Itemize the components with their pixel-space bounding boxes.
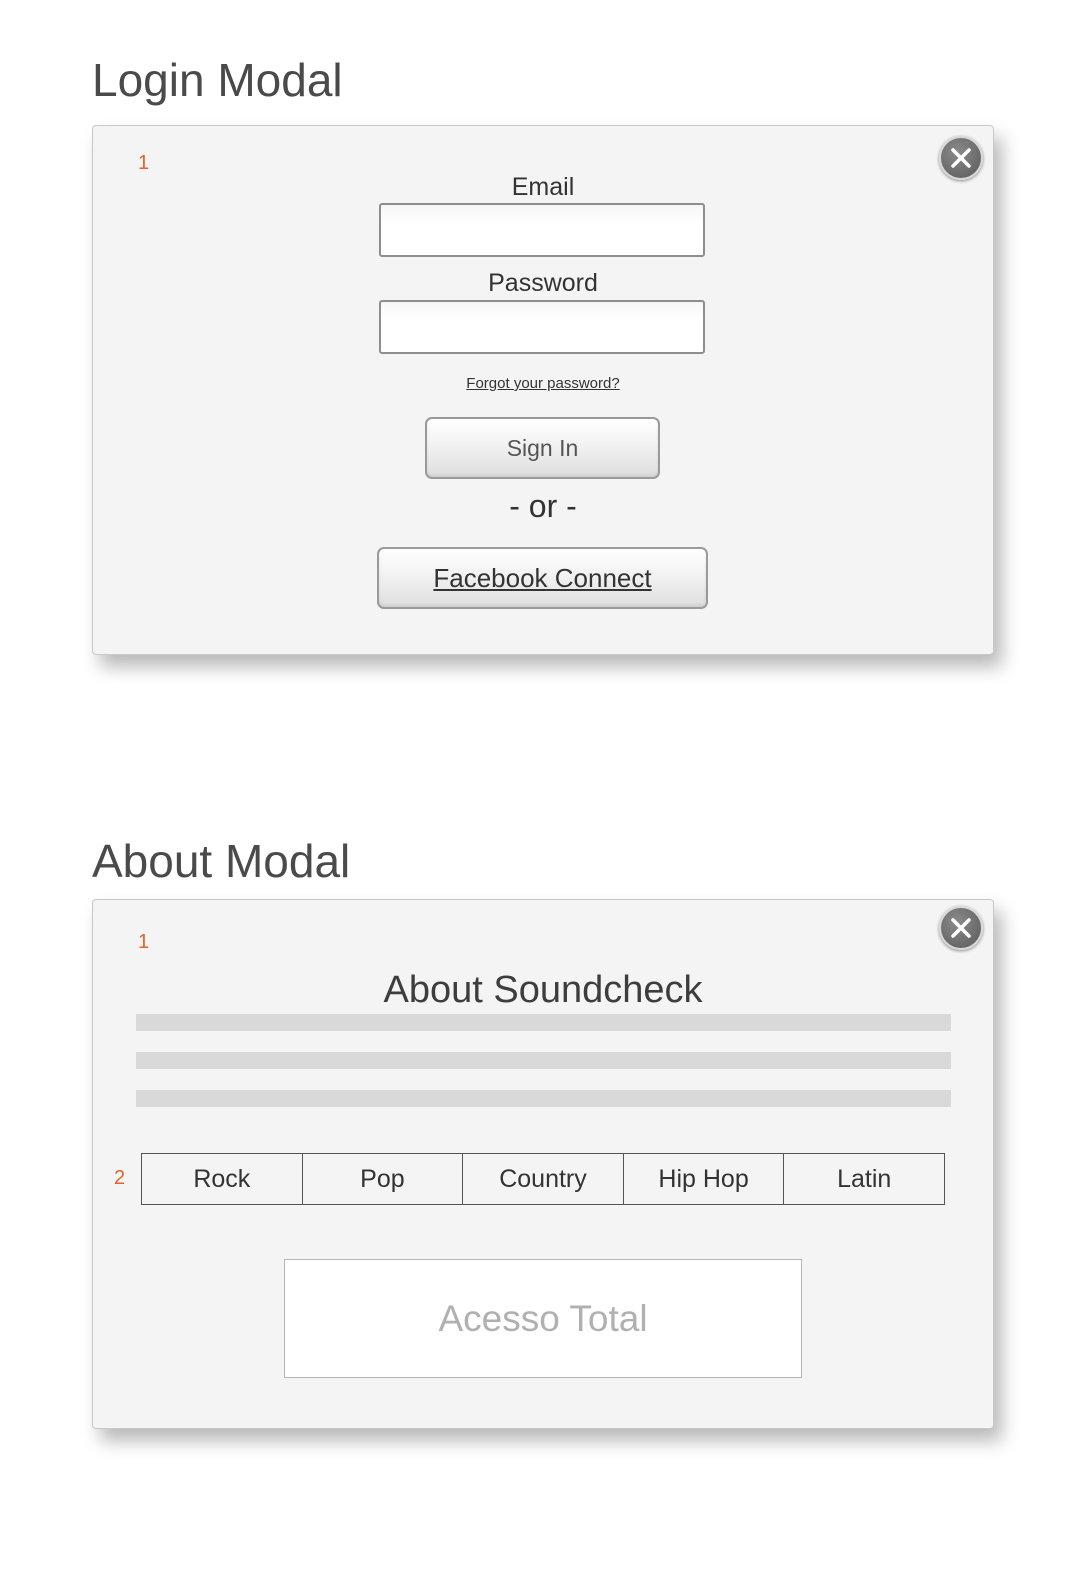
promo-label: Acesso Total [438, 1297, 648, 1339]
email-field[interactable] [379, 203, 705, 257]
about-heading: About Soundcheck [383, 969, 703, 1011]
login-modal: 1 Email Password Forgot your password? S… [92, 125, 994, 655]
text-placeholder-bar [136, 1014, 951, 1031]
or-separator: - or - [509, 488, 577, 524]
close-icon [951, 148, 971, 168]
password-field[interactable] [379, 300, 705, 354]
about-section-title: About Modal [92, 835, 351, 887]
genre-tab-rock[interactable]: Rock [142, 1154, 303, 1204]
close-button[interactable] [939, 906, 983, 950]
annotation-marker: 1 [138, 931, 150, 953]
close-icon [951, 918, 971, 938]
acesso-total-box[interactable]: Acesso Total [284, 1259, 802, 1378]
genre-tab-bar: Rock Pop Country Hip Hop Latin [141, 1153, 945, 1205]
about-modal: 1 2 About Soundcheck Rock Pop Country Hi… [92, 899, 994, 1429]
sign-in-button[interactable]: Sign In [425, 417, 660, 479]
annotation-marker: 2 [114, 1167, 126, 1189]
facebook-connect-label: Facebook Connect [433, 562, 652, 593]
facebook-connect-button[interactable]: Facebook Connect [377, 547, 708, 609]
genre-tab-country[interactable]: Country [463, 1154, 624, 1204]
text-placeholder-bar [136, 1052, 951, 1069]
annotation-marker: 1 [138, 152, 150, 174]
forgot-password-link[interactable]: Forgot your password? [93, 375, 993, 392]
genre-tab-latin[interactable]: Latin [784, 1154, 944, 1204]
email-label: Email [511, 173, 575, 201]
genre-tab-pop[interactable]: Pop [303, 1154, 464, 1204]
genre-tab-hip-hop[interactable]: Hip Hop [624, 1154, 785, 1204]
text-placeholder-bar [136, 1090, 951, 1107]
sign-in-label: Sign In [506, 434, 579, 461]
password-label: Password [488, 269, 598, 297]
login-section-title: Login Modal [92, 54, 343, 106]
